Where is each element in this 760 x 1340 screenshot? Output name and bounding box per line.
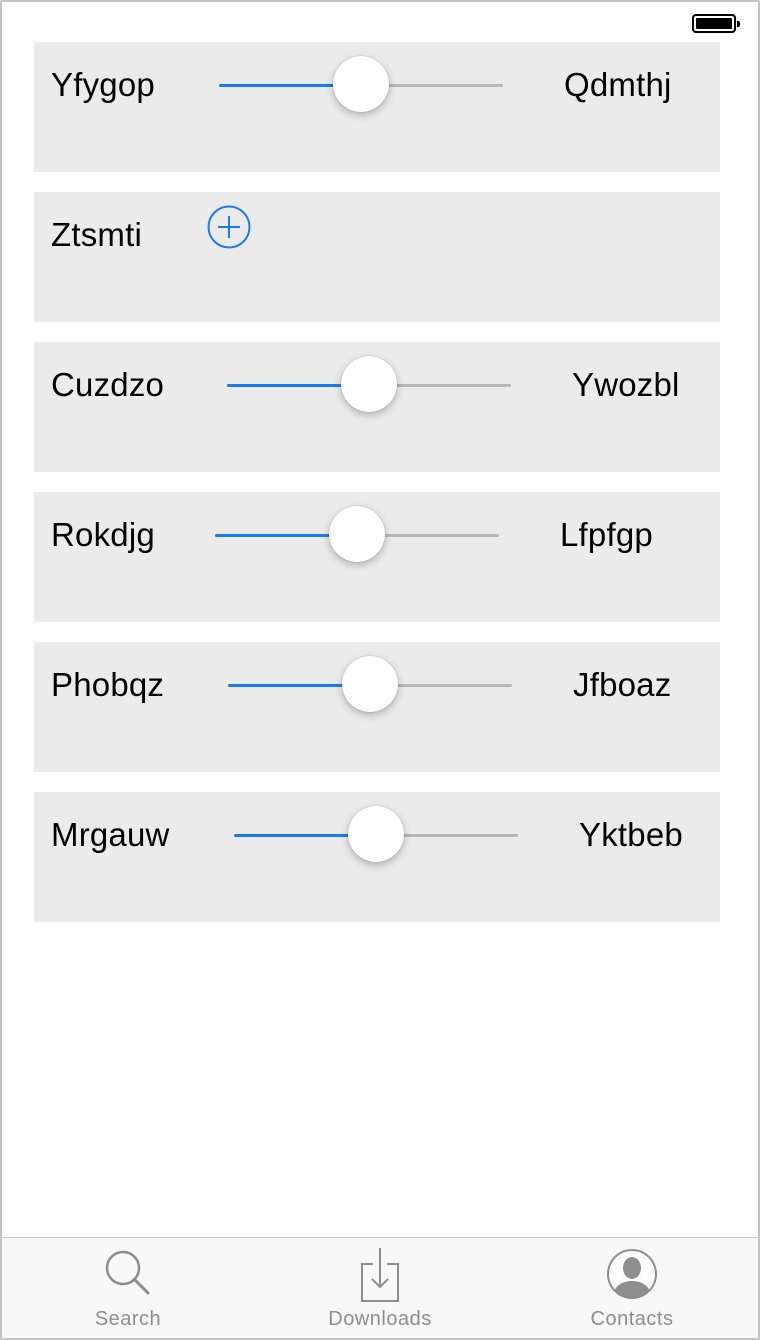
app-screen: Yfygop Qdmthj Ztsmti Cuzdzo Ywozbl Rokdj… bbox=[0, 0, 760, 1340]
slider-thumb[interactable] bbox=[329, 506, 385, 562]
slider-track[interactable] bbox=[219, 56, 503, 112]
search-icon bbox=[105, 1250, 150, 1295]
slider-right-label: Jfboaz bbox=[573, 666, 672, 703]
tab-label: Downloads bbox=[328, 1308, 432, 1330]
battery-full-icon bbox=[692, 14, 740, 33]
slider-left-label: Rokdjg bbox=[51, 516, 155, 553]
slider-right-label: Lfpfgp bbox=[560, 516, 653, 553]
tab-search[interactable]: Search bbox=[2, 1238, 254, 1338]
slider-thumb[interactable] bbox=[333, 56, 389, 112]
slider-left-label: Phobqz bbox=[51, 666, 165, 703]
slider-right-label: Yktbeb bbox=[579, 816, 683, 853]
slider-left-label: Yfygop bbox=[51, 66, 155, 103]
slider-track[interactable] bbox=[215, 506, 499, 562]
tab-label: Contacts bbox=[590, 1308, 674, 1330]
downloads-icon bbox=[361, 1248, 399, 1302]
add-row: Ztsmti bbox=[34, 192, 720, 322]
tab-downloads[interactable]: Downloads bbox=[254, 1238, 506, 1338]
slider-track[interactable] bbox=[234, 806, 518, 862]
slider-left-label: Cuzdzo bbox=[51, 366, 165, 403]
contacts-icon bbox=[607, 1249, 657, 1299]
slider-thumb[interactable] bbox=[348, 806, 404, 862]
slider-row: Mrgauw Yktbeb bbox=[34, 792, 720, 922]
add-circle-icon[interactable] bbox=[207, 205, 251, 249]
slider-right-label: Qdmthj bbox=[564, 66, 672, 103]
tab-contacts[interactable]: Contacts bbox=[506, 1238, 758, 1338]
add-row-label: Ztsmti bbox=[51, 216, 143, 253]
slider-right-label: Ywozbl bbox=[572, 366, 680, 403]
slider-track[interactable] bbox=[227, 356, 511, 412]
slider-row: Phobqz Jfboaz bbox=[34, 642, 720, 772]
slider-thumb[interactable] bbox=[342, 656, 398, 712]
slider-thumb[interactable] bbox=[341, 356, 397, 412]
slider-track[interactable] bbox=[228, 656, 512, 712]
tab-label: Search bbox=[94, 1308, 162, 1330]
tab-bar: Search Downloads Contacts bbox=[2, 1237, 758, 1338]
slider-row: Rokdjg Lfpfgp bbox=[34, 492, 720, 622]
slider-row: Yfygop Qdmthj bbox=[34, 42, 720, 172]
slider-row: Cuzdzo Ywozbl bbox=[34, 342, 720, 472]
slider-left-label: Mrgauw bbox=[51, 816, 170, 853]
